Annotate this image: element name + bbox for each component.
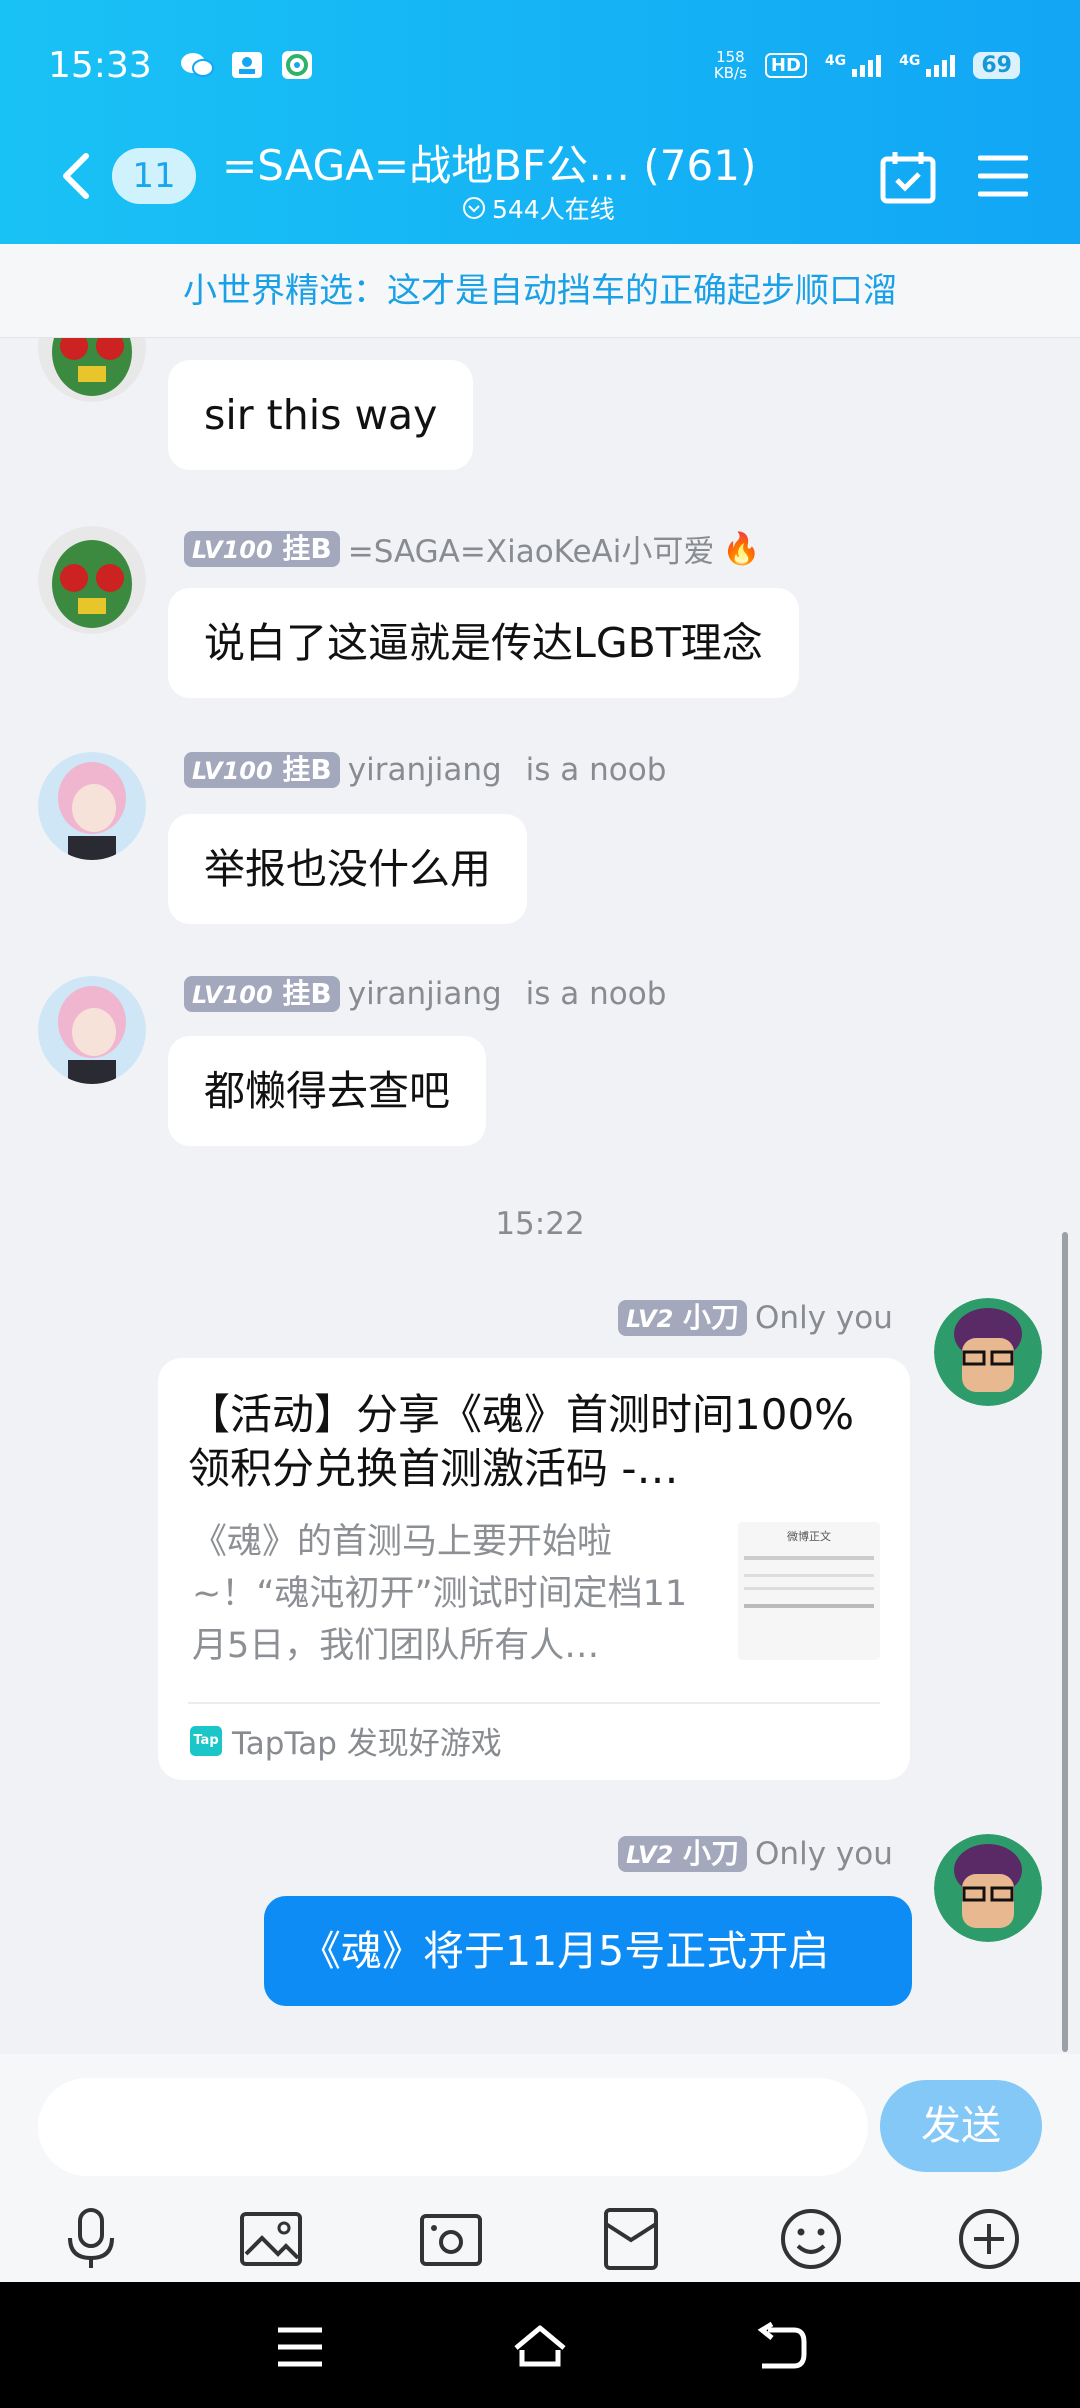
menu-icon[interactable] bbox=[977, 154, 1029, 198]
status-time: 15:33 bbox=[48, 44, 152, 86]
calendar-check-icon[interactable] bbox=[880, 150, 936, 204]
avatar[interactable] bbox=[38, 976, 146, 1084]
card-source: Tap TapTap 发现好游戏 bbox=[190, 1718, 502, 1763]
battery-icon: 69 bbox=[973, 51, 1020, 79]
shared-link-card[interactable]: 【活动】分享《魂》首测时间100%领积分兑换首测激活码 -… 《魂》的首测马上要… bbox=[158, 1358, 910, 1780]
avatar[interactable] bbox=[38, 752, 146, 860]
avatar[interactable] bbox=[38, 526, 146, 634]
sender-row: LV100 挂B yiranjiang is a noob bbox=[184, 752, 666, 788]
unread-count-badge[interactable]: 11 bbox=[112, 148, 196, 204]
avatar[interactable] bbox=[934, 1298, 1042, 1406]
online-count[interactable]: 544人在线 bbox=[462, 190, 615, 226]
signal-icon-2: 4G bbox=[899, 53, 956, 77]
sender-title: is a noob bbox=[525, 976, 667, 1012]
level-badge: LV2 小刀 bbox=[618, 1836, 748, 1872]
signal-icon: 4G bbox=[825, 53, 882, 77]
send-button[interactable]: 发送 bbox=[880, 2080, 1042, 2172]
message-bubble[interactable]: 说白了这逼就是传达LGBT理念 bbox=[168, 588, 799, 698]
input-bar: 发送 bbox=[0, 2054, 1080, 2282]
home-icon[interactable] bbox=[512, 2322, 568, 2372]
taptap-icon: Tap bbox=[190, 1725, 222, 1756]
level-badge: LV100 挂B bbox=[184, 530, 340, 567]
avatar[interactable] bbox=[934, 1834, 1042, 1942]
chat-header: 15:33 158 KB/s HD 4G 4G 69 11 =SAGA=战地BF… bbox=[0, 0, 1080, 244]
back-icon[interactable] bbox=[56, 150, 96, 202]
emoji-icon[interactable] bbox=[778, 2206, 844, 2272]
message-bubble[interactable]: 举报也没什么用 bbox=[168, 814, 527, 924]
level-badge: LV100 挂B bbox=[184, 752, 340, 788]
network-speed: 158 KB/s bbox=[713, 48, 747, 82]
card-title: 【活动】分享《魂》首测时间100%领积分兑换首测激活码 -… bbox=[188, 1390, 855, 1493]
message-bubble[interactable]: 都懒得去查吧 bbox=[168, 1036, 486, 1146]
card-thumbnail: 微博正文 bbox=[738, 1522, 880, 1660]
status-bar: 15:33 158 KB/s HD 4G 4G 69 bbox=[48, 40, 1020, 90]
app-notification-icon bbox=[230, 50, 264, 80]
sender-name[interactable]: yiranjiang bbox=[348, 752, 502, 788]
chevron-down-circle-icon bbox=[463, 197, 485, 219]
hd-icon: HD bbox=[764, 52, 807, 78]
sender-row: LV2 小刀 Only you bbox=[618, 1300, 893, 1336]
message-input[interactable] bbox=[38, 2078, 868, 2176]
system-nav-bar bbox=[0, 2282, 1080, 2408]
level-badge: LV100 挂B bbox=[184, 976, 340, 1012]
sender-row: LV100 挂B =SAGA=XiaoKeAi小可爱 🔥 bbox=[184, 526, 761, 571]
message-bubble[interactable]: sir this way bbox=[168, 360, 474, 470]
microphone-icon[interactable] bbox=[58, 2206, 124, 2272]
browser-icon bbox=[280, 50, 314, 80]
back-nav-icon[interactable] bbox=[752, 2321, 808, 2372]
camera-icon[interactable] bbox=[418, 2206, 484, 2272]
sender-title: is a noob bbox=[525, 752, 667, 788]
scrollbar[interactable] bbox=[1062, 1232, 1068, 2052]
plus-icon[interactable] bbox=[956, 2206, 1022, 2272]
sender-name[interactable]: yiranjiang bbox=[348, 976, 502, 1012]
notification-icons bbox=[180, 50, 314, 80]
divider bbox=[188, 1702, 880, 1704]
fire-icon: 🔥 bbox=[722, 531, 761, 567]
toolbar bbox=[0, 2194, 1080, 2282]
sender-name[interactable]: =SAGA=XiaoKeAi小可爱 bbox=[348, 526, 715, 571]
status-right: 158 KB/s HD 4G 4G 69 bbox=[714, 49, 1020, 81]
sender-name[interactable]: Only you bbox=[755, 1300, 893, 1336]
sender-row: LV2 小刀 Only you bbox=[618, 1836, 893, 1872]
red-packet-icon[interactable] bbox=[598, 2206, 664, 2272]
wechat-icon bbox=[180, 50, 214, 80]
menu-nav-icon[interactable] bbox=[272, 2322, 328, 2372]
image-icon[interactable] bbox=[238, 2206, 304, 2272]
sender-row: LV100 挂B yiranjiang is a noob bbox=[184, 976, 666, 1012]
sender-name[interactable]: Only you bbox=[755, 1836, 893, 1872]
level-badge: LV2 小刀 bbox=[618, 1300, 748, 1336]
featured-banner[interactable]: 小世界精选：这才是自动挡车的正确起步顺口溜 bbox=[0, 244, 1080, 338]
my-message-bubble[interactable]: 《魂》将于11月5号正式开启 bbox=[264, 1896, 912, 2006]
card-description: 《魂》的首测马上要开始啦~！“魂沌初开”测试时间定档11月5日，我们团队所有人… bbox=[192, 1522, 688, 1666]
chat-title[interactable]: =SAGA=战地BF公… (761) bbox=[222, 132, 756, 193]
message-timestamp: 15:22 bbox=[495, 1206, 585, 1242]
